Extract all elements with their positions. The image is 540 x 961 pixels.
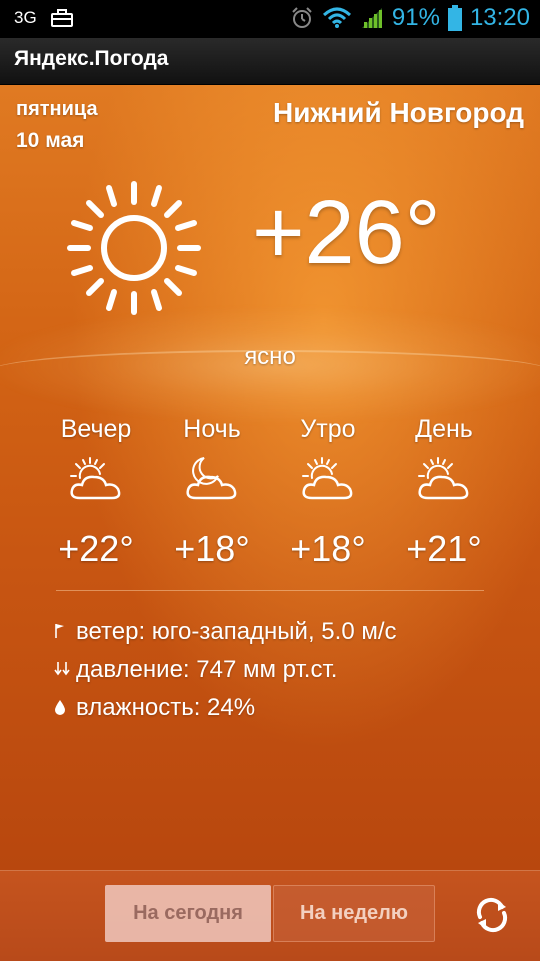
period-label: Утро <box>300 415 356 443</box>
day-periods: Вечер +22° Ночь +18° Утро +18° День +21° <box>38 415 502 570</box>
period-day: День +21° <box>386 415 502 570</box>
briefcase-icon <box>50 9 73 27</box>
humidity-row: влажность: 24% <box>54 689 397 727</box>
current-date: 10 мая <box>16 129 85 152</box>
moon-cloud-icon <box>186 457 237 500</box>
weather-details: ветер: юго-западный, 5.0 м/с давление: 7… <box>54 613 397 727</box>
clock: 13:20 <box>469 4 530 31</box>
battery-percent: 91% <box>391 4 440 31</box>
pressure-text: давление: 747 мм рт.ст. <box>76 656 338 683</box>
sun-cloud-icon <box>418 457 469 500</box>
period-temperature: +18° <box>290 528 366 569</box>
divider <box>56 590 484 591</box>
app-title: Яндекс.Погода <box>14 47 169 70</box>
period-morning: Утро +18° <box>270 415 386 570</box>
sun-icon <box>67 181 201 315</box>
humidity-text: влажность: 24% <box>76 694 256 721</box>
pressure-arrows-icon <box>54 661 76 680</box>
sun-cloud-icon <box>70 457 121 500</box>
weather-panel: пятница 10 мая Нижний Новгород +26° ясно… <box>0 85 540 870</box>
period-temperature: +21° <box>406 528 482 569</box>
period-temperature: +18° <box>174 528 250 569</box>
refresh-icon[interactable] <box>472 895 512 935</box>
signal-icon <box>361 8 382 28</box>
day-of-week: пятница <box>16 98 98 120</box>
droplet-icon <box>54 699 76 718</box>
city-name[interactable]: Нижний Новгород <box>273 97 524 129</box>
tab-week[interactable]: На неделю <box>273 885 435 942</box>
wind-row: ветер: юго-западный, 5.0 м/с <box>54 613 397 651</box>
pressure-row: давление: 747 мм рт.ст. <box>54 651 397 689</box>
current-temperature: +26° <box>252 183 441 283</box>
period-night: Ночь +18° <box>154 415 270 570</box>
alarm-icon <box>292 7 312 28</box>
tab-today[interactable]: На сегодня <box>105 885 271 942</box>
current-condition: ясно <box>244 343 296 370</box>
period-temperature: +22° <box>58 528 134 569</box>
period-label: День <box>415 415 473 443</box>
battery-icon <box>447 5 462 31</box>
wifi-icon <box>322 7 351 28</box>
status-bar: 3G 91% 13:20 <box>0 0 540 38</box>
flag-icon <box>54 623 76 642</box>
network-type: 3G <box>14 8 37 27</box>
bottom-bar: На сегодня На неделю <box>0 870 540 961</box>
sun-cloud-icon <box>302 457 353 500</box>
period-evening: Вечер +22° <box>38 415 154 570</box>
app-title-bar: Яндекс.Погода <box>0 38 540 85</box>
period-label: Ночь <box>183 415 241 443</box>
period-label: Вечер <box>60 415 132 443</box>
wind-text: ветер: юго-западный, 5.0 м/с <box>76 618 397 645</box>
